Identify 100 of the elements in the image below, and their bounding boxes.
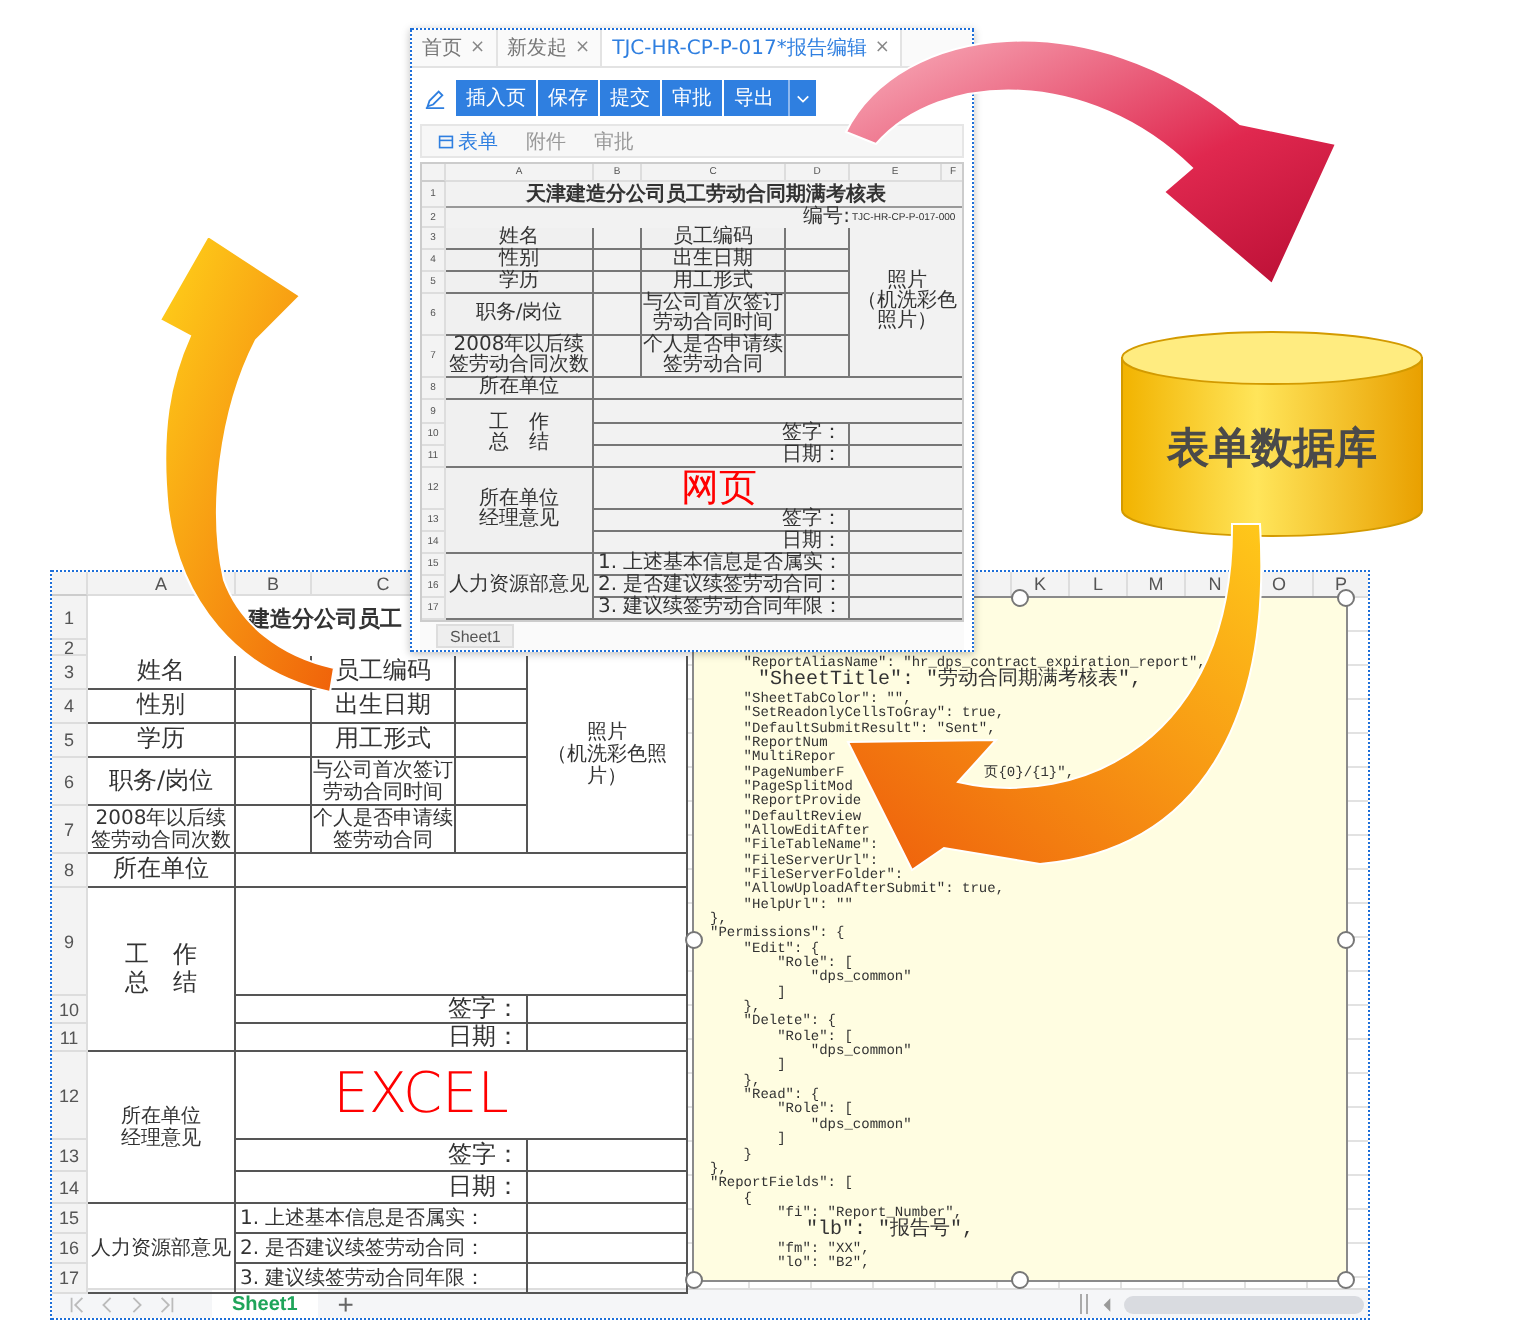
row-number: 6 (52, 758, 88, 806)
toolbar-button[interactable]: 插入页 (456, 80, 536, 116)
row-number: 11 (52, 1024, 88, 1052)
row-number: 5 (52, 724, 88, 758)
scroll-left-icon[interactable] (1102, 1297, 1112, 1311)
table-cell: 学历 (88, 724, 236, 758)
table-cell: 与公司首次签订劳动合同时间 (312, 758, 456, 806)
table-cell (786, 272, 850, 294)
cell-text: 经理意见 (121, 1127, 201, 1149)
resize-handle[interactable] (1011, 1271, 1029, 1289)
overlay-label: 网页 (681, 468, 757, 508)
sheet-tab[interactable]: Sheet1 (212, 1290, 318, 1318)
table-cell: 2008年以后续签劳动合同次数 (88, 806, 236, 854)
number-label: 编号: (801, 208, 850, 228)
table-cell (236, 758, 312, 806)
cell-text: 经理意见 (479, 510, 559, 530)
table-cell: 性别 (446, 250, 594, 272)
scrollbar-thumb[interactable] (1124, 1295, 1364, 1313)
close-button[interactable]: × (470, 38, 486, 58)
form-title: 天津建造分公司员工劳动合同期满考核表 (526, 181, 886, 206)
row-number: 9 (52, 888, 88, 996)
resize-handle[interactable] (1011, 589, 1029, 607)
cell-text: （机洗彩色照片） (855, 292, 959, 332)
code-line: "SheetTitle": "劳动合同期满考核表", (758, 670, 1143, 693)
cell-text: 工 作 (489, 413, 549, 433)
table-cell (456, 758, 528, 806)
resize-handle[interactable] (1337, 1271, 1355, 1289)
toolbar-button[interactable]: 保存 (538, 80, 598, 116)
form-icon (438, 133, 454, 149)
table-cell: 2. 是否建议续签劳动合同： (236, 1234, 528, 1264)
pencil-icon[interactable] (424, 87, 446, 109)
row-number: 14 (52, 1172, 88, 1204)
caret-icon (796, 93, 810, 103)
cell-text: 所在单位 (479, 490, 559, 510)
toolbar-button[interactable]: 导出 (724, 80, 790, 116)
table-cell (456, 724, 528, 758)
table-cell: 职务/岗位 (88, 758, 236, 806)
resize-handle[interactable] (1337, 930, 1355, 948)
table-cell: 性别 (88, 690, 236, 724)
close-button[interactable]: × (874, 38, 890, 58)
tab[interactable]: 表单 (438, 127, 498, 155)
table-cell (236, 690, 312, 724)
sheet-tab[interactable]: Sheet1 (436, 624, 515, 648)
table-cell: 所在单位 (88, 854, 236, 888)
tab[interactable]: 首页 × (412, 30, 498, 66)
splitter-icon[interactable] (1078, 1294, 1090, 1314)
resize-handle[interactable] (1337, 589, 1355, 607)
table-cell: 与公司首次签订劳动合同时间 (642, 294, 786, 336)
resize-handle[interactable] (685, 930, 703, 948)
table-cell (236, 724, 312, 758)
close-button[interactable]: × (575, 38, 591, 58)
table-cell: 学历 (446, 272, 594, 294)
add-sheet-button[interactable]: + (329, 1290, 362, 1318)
cell-text: 总 结 (489, 433, 549, 453)
row-number: 13 (52, 1140, 88, 1172)
table-cell: 姓名 (88, 656, 236, 690)
cell-text: 总 结 (125, 969, 197, 996)
table-cell (786, 250, 850, 272)
table-cell: 3. 建议续签劳动合同年限： (594, 598, 850, 620)
table-cell: 出生日期 (642, 250, 786, 272)
table-cell: 签字： (594, 510, 850, 532)
dropdown-button[interactable] (790, 80, 816, 116)
table-cell: 日期： (594, 532, 850, 554)
table-cell (786, 228, 850, 250)
table-cell: 2. 是否建议续签劳动合同： (594, 576, 850, 598)
column-header: B (236, 572, 312, 596)
cell-text: 照片 (587, 721, 627, 743)
database-label: 表单数据库 (1167, 422, 1377, 476)
cell-text: 工 作 (125, 942, 197, 969)
tab[interactable]: 审批 (594, 127, 634, 155)
table-cell: 所在单位 (446, 378, 594, 400)
table-cell: 个人是否申请续签劳动合同 (312, 806, 456, 854)
row-number: 8 (52, 854, 88, 888)
row-number: 12 (52, 1052, 88, 1140)
toolbar-button[interactable]: 提交 (600, 80, 660, 116)
table-cell: 用工形式 (312, 724, 456, 758)
cell-text: 所在单位 (121, 1105, 201, 1127)
table-cell: 2008年以后续签劳动合同次数 (446, 336, 594, 378)
table-cell: 日期： (594, 446, 850, 468)
toolbar-button[interactable]: 审批 (662, 80, 722, 116)
code-line: "lb": "报告号", (806, 1220, 975, 1243)
overlay-label: EXCEL (333, 1064, 509, 1126)
table-cell (456, 656, 528, 690)
table-cell: 签字： (594, 424, 850, 446)
tab[interactable]: 附件 (526, 127, 566, 155)
row-number: 10 (52, 996, 88, 1024)
table-cell: 职务/岗位 (446, 294, 594, 336)
resize-handle[interactable] (685, 1271, 703, 1289)
row-number: 1 (52, 596, 88, 640)
row-number: 15 (52, 1204, 88, 1234)
table-cell: 用工形式 (642, 272, 786, 294)
table-cell: 日期： (236, 1024, 528, 1052)
table-cell: 日期： (236, 1172, 528, 1204)
row-number: 16 (52, 1234, 88, 1264)
table-cell (786, 294, 850, 336)
row-number: 2 (52, 640, 88, 656)
table-cell: 签字： (236, 996, 528, 1024)
table-cell: 姓名 (446, 228, 594, 250)
table-cell: 员工编码 (642, 228, 786, 250)
tab[interactable]: TJC-HR-CP-P-017*报告编辑 × (602, 30, 902, 66)
